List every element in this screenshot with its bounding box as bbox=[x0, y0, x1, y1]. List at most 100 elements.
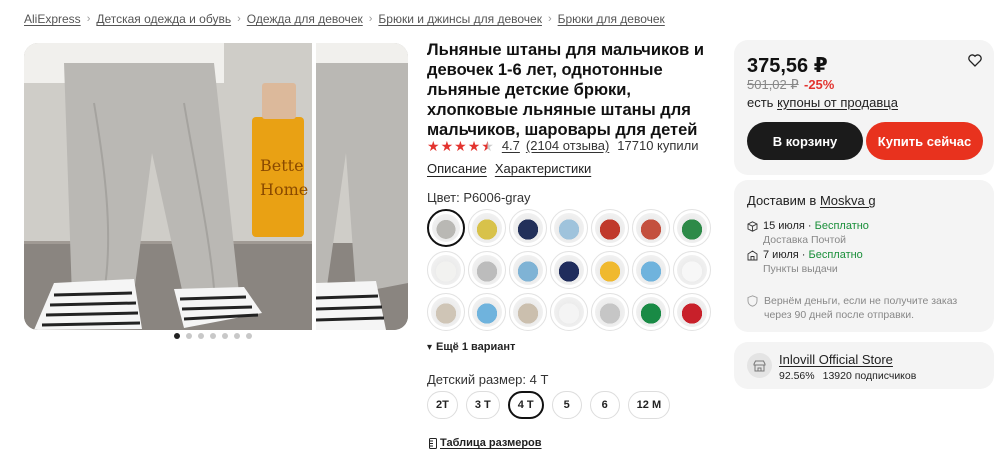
box-icon bbox=[747, 221, 758, 232]
discount-badge: -25% bbox=[804, 77, 835, 92]
refund-text: Вернём деньги, если не получите заказ че… bbox=[764, 295, 958, 321]
delivery-date: 7 июля · bbox=[763, 249, 809, 261]
color-swatch-yellow-top[interactable] bbox=[591, 251, 629, 289]
color-swatch-light-gray-yellow[interactable] bbox=[468, 209, 506, 247]
reviews-link[interactable]: (2104 отзыва) bbox=[526, 138, 609, 153]
delivery-card: Доставим в Moskva g 15 июля · Бесплатно … bbox=[734, 180, 994, 332]
color-swatch-red-shorts[interactable] bbox=[673, 293, 711, 331]
product-photo-main[interactable]: Bette Home bbox=[24, 43, 312, 330]
size-option[interactable]: 3 T bbox=[465, 391, 500, 419]
color-swatch-gray-shorts[interactable] bbox=[591, 293, 629, 331]
breadcrumb-girls-pants-jeans[interactable]: Брюки и джинсы для девочек bbox=[378, 12, 542, 26]
heart-icon[interactable] bbox=[968, 54, 982, 70]
more-variants-label: Ещё 1 вариант bbox=[436, 341, 516, 353]
add-to-cart-button[interactable]: В корзину bbox=[747, 122, 863, 160]
color-swatch-white[interactable] bbox=[427, 251, 465, 289]
store-followers: 13920 подписчиков bbox=[822, 370, 917, 382]
size-option[interactable]: 5 bbox=[551, 391, 582, 419]
color-swatch-green-shorts[interactable] bbox=[632, 293, 670, 331]
price-card: 375,56 ₽ 501,02 ₽ -25% есть купоны от пр… bbox=[734, 40, 994, 175]
size-option[interactable]: 4 T bbox=[507, 391, 544, 419]
delivery-destination: Доставим в Moskva g bbox=[747, 193, 876, 208]
swatch-thumbnail bbox=[595, 213, 625, 243]
color-swatch-white-tee[interactable] bbox=[673, 251, 711, 289]
color-swatch-beige-tee[interactable] bbox=[427, 293, 465, 331]
gallery-dot[interactable] bbox=[210, 333, 216, 339]
color-swatch-gray[interactable] bbox=[427, 209, 465, 247]
chevron-right-icon: › bbox=[368, 13, 373, 25]
color-swatch-light-blue[interactable] bbox=[550, 209, 588, 247]
color-swatch-gray-top[interactable] bbox=[468, 251, 506, 289]
star-icon: ★ bbox=[427, 137, 440, 154]
coupon-link[interactable]: купоны от продавца bbox=[777, 95, 898, 110]
size-option[interactable]: 12 M bbox=[627, 391, 671, 419]
color-swatch-white-shorts[interactable] bbox=[550, 293, 588, 331]
delivery-city-link[interactable]: Moskva g bbox=[820, 193, 876, 208]
buy-now-button[interactable]: Купить сейчас bbox=[866, 122, 983, 160]
delivery-date: 15 июля · bbox=[763, 220, 815, 232]
more-variants-button[interactable]: ▾ Ещё 1 вариант bbox=[427, 341, 515, 353]
swatch-thumbnail bbox=[431, 297, 461, 327]
ruler-icon bbox=[429, 437, 437, 449]
swatch-thumbnail bbox=[554, 255, 584, 285]
color-swatch-navy-top[interactable] bbox=[550, 251, 588, 289]
svg-text:Home: Home bbox=[260, 180, 308, 199]
pickup-point-icon bbox=[747, 250, 758, 261]
store-meta: 92.56% 13920 подписчиков bbox=[779, 370, 916, 382]
gallery-dot[interactable] bbox=[198, 333, 204, 339]
color-swatch-navy[interactable] bbox=[509, 209, 547, 247]
size-table-label: Таблица размеров bbox=[440, 437, 542, 449]
delivery-method: Доставка Почтой bbox=[763, 234, 847, 246]
product-photo-illustration: Bette Home bbox=[24, 43, 312, 330]
color-swatch-green[interactable] bbox=[673, 209, 711, 247]
size-label: Детский размер: 4 T bbox=[427, 372, 549, 387]
product-photo-secondary[interactable] bbox=[316, 43, 408, 330]
coupon-row: есть купоны от продавца bbox=[747, 95, 898, 110]
delivery-option-post: 15 июля · Бесплатно Доставка Почтой bbox=[747, 220, 869, 246]
size-table-link[interactable]: Таблица размеров bbox=[429, 437, 542, 449]
color-swatch-blue-top[interactable] bbox=[509, 251, 547, 289]
gallery-dot[interactable] bbox=[234, 333, 240, 339]
swatch-thumbnail bbox=[677, 255, 707, 285]
color-swatch-khaki-shorts[interactable] bbox=[509, 293, 547, 331]
star-icon: ★ bbox=[481, 137, 494, 154]
color-swatch-red-white[interactable] bbox=[591, 209, 629, 247]
gallery-dot[interactable] bbox=[222, 333, 228, 339]
tab-description[interactable]: Описание bbox=[427, 161, 487, 176]
delivery-prefix: Доставим в bbox=[747, 193, 820, 208]
swatch-thumbnail bbox=[677, 297, 707, 327]
store-avatar bbox=[747, 353, 772, 378]
color-swatch-blue-shorts[interactable] bbox=[468, 293, 506, 331]
breadcrumb-girls-pants[interactable]: Брюки для девочек bbox=[558, 12, 665, 26]
swatch-thumbnail bbox=[595, 297, 625, 327]
chevron-right-icon: › bbox=[237, 13, 241, 25]
store-card[interactable]: Inlovill Official Store 92.56% 13920 под… bbox=[734, 342, 994, 389]
rating-stars: ★ ★ ★ ★ ★ bbox=[427, 139, 494, 153]
color-swatch-sky-tee[interactable] bbox=[632, 251, 670, 289]
breadcrumb-aliexpress[interactable]: AliExpress bbox=[24, 12, 81, 26]
gallery-dots bbox=[174, 333, 252, 339]
color-swatch-rust[interactable] bbox=[632, 209, 670, 247]
gallery-dot[interactable] bbox=[186, 333, 192, 339]
breadcrumb: AliExpress › Детская одежда и обувь › Од… bbox=[24, 12, 665, 26]
breadcrumb-kids-clothing[interactable]: Детская одежда и обувь bbox=[96, 12, 231, 26]
star-icon: ★ bbox=[440, 137, 454, 154]
coupon-prefix: есть bbox=[747, 95, 778, 110]
chevron-right-icon: › bbox=[547, 13, 552, 25]
color-label: Цвет: P6006-gray bbox=[427, 190, 531, 205]
store-name-link[interactable]: Inlovill Official Store bbox=[779, 352, 893, 367]
breadcrumb-girls-clothing[interactable]: Одежда для девочек bbox=[247, 12, 363, 26]
size-option[interactable]: 6 bbox=[589, 391, 620, 419]
tab-specifications[interactable]: Характеристики bbox=[495, 161, 591, 176]
gallery-dot[interactable] bbox=[246, 333, 252, 339]
sold-count: 17710 купили bbox=[617, 138, 699, 153]
size-option[interactable]: 2T bbox=[427, 391, 458, 419]
svg-text:Bette: Bette bbox=[260, 156, 304, 175]
product-gallery[interactable]: Bette Home bbox=[24, 43, 408, 330]
swatch-thumbnail bbox=[513, 297, 543, 327]
rating-value[interactable]: 4.7 bbox=[502, 138, 520, 153]
swatch-thumbnail bbox=[472, 255, 502, 285]
gallery-dot[interactable] bbox=[174, 333, 180, 339]
current-price: 375,56 ₽ bbox=[747, 55, 828, 77]
swatch-thumbnail bbox=[636, 255, 666, 285]
